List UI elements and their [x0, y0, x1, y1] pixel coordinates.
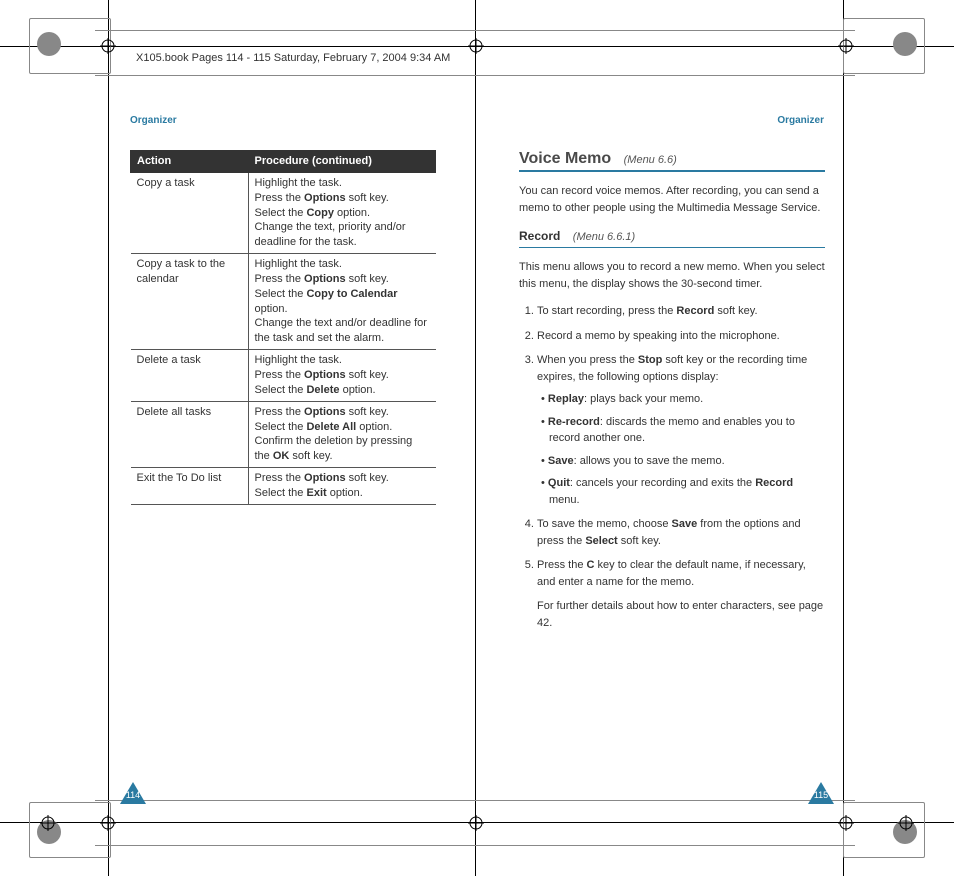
starburst-icon [891, 30, 919, 58]
options-list: Replay: plays back your memo. Re-record:… [537, 391, 825, 508]
crosshair-icon [100, 38, 116, 54]
table-row: Exit the To Do listPress the Options sof… [131, 468, 436, 505]
cell-procedure: Press the Options soft key.Select the De… [248, 401, 436, 467]
table-row: Copy a taskHighlight the task.Press the … [131, 172, 436, 253]
starburst-icon [35, 30, 63, 58]
table-row: Copy a task to the calendarHighlight the… [131, 254, 436, 350]
step-1: To start recording, press the Record sof… [537, 303, 825, 320]
opt-save: Save: allows you to save the memo. [541, 453, 825, 470]
cell-procedure: Highlight the task.Press the Options sof… [248, 254, 436, 350]
crosshair-icon [100, 815, 116, 831]
cell-action: Delete a task [131, 350, 249, 402]
cell-action: Exit the To Do list [131, 468, 249, 505]
opt-replay: Replay: plays back your memo. [541, 391, 825, 408]
crosshair-icon [898, 815, 914, 831]
table-row: Delete a taskHighlight the task.Press th… [131, 350, 436, 402]
step-5: Press the C key to clear the default nam… [537, 557, 825, 631]
cell-action: Copy a task to the calendar [131, 254, 249, 350]
step-5-text: Press the C key to clear the default nam… [537, 559, 806, 588]
cell-procedure: Highlight the task.Press the Options sof… [248, 172, 436, 253]
crosshair-icon [468, 38, 484, 54]
page-header-right: Organizer [777, 115, 824, 126]
sub-rule [519, 247, 825, 248]
page-num-left: 114 [124, 790, 142, 800]
step-4: To save the memo, choose Save from the o… [537, 516, 825, 549]
opt-quit: Quit: cancels your recording and exits t… [541, 475, 825, 508]
steps-list: To start recording, press the Record sof… [519, 303, 825, 631]
step-3: When you press the Stop soft key or the … [537, 352, 825, 508]
th-proc-cont: (continued) [309, 155, 372, 167]
cell-procedure: Press the Options soft key.Select the Ex… [248, 468, 436, 505]
th-procedure: Procedure (continued) [248, 151, 436, 173]
crop-line-v2 [475, 0, 476, 876]
th-action: Action [131, 151, 249, 173]
file-header-text: X105.book Pages 114 - 115 Saturday, Febr… [136, 52, 450, 64]
section-heading-voice-memo: Voice Memo [519, 150, 611, 167]
crosshair-icon [468, 815, 484, 831]
menu-ref-661: (Menu 6.6.1) [573, 231, 635, 243]
cell-procedure: Highlight the task.Press the Options sof… [248, 350, 436, 402]
th-proc-label: Procedure [255, 155, 309, 167]
left-page: Action Procedure (continued) Copy a task… [130, 150, 436, 505]
cell-action: Delete all tasks [131, 401, 249, 467]
crop-line-v1 [108, 0, 109, 876]
step-3-text: When you press the Stop soft key or the … [537, 354, 807, 383]
sub-intro-text: This menu allows you to record a new mem… [519, 259, 825, 292]
page-header-left: Organizer [130, 115, 177, 126]
opt-rerecord: Re-record: discards the memo and enables… [541, 414, 825, 447]
procedure-table: Action Procedure (continued) Copy a task… [130, 150, 436, 505]
crosshair-icon [838, 38, 854, 54]
crosshair-icon [838, 815, 854, 831]
menu-ref-66: (Menu 6.6) [624, 154, 677, 166]
page-num-right: 115 [812, 790, 830, 800]
section-rule [519, 170, 825, 172]
page-num-triangle-right: 115 [808, 782, 834, 804]
crop-line-v3 [843, 0, 844, 876]
cell-action: Copy a task [131, 172, 249, 253]
step-2: Record a memo by speaking into the micro… [537, 328, 825, 345]
crosshair-icon [40, 815, 56, 831]
subsection-heading-record: Record [519, 229, 560, 243]
intro-text: You can record voice memos. After record… [519, 183, 825, 216]
table-row: Delete all tasksPress the Options soft k… [131, 401, 436, 467]
right-page: Voice Memo (Menu 6.6) You can record voi… [519, 150, 825, 639]
page-num-triangle-left: 114 [120, 782, 146, 804]
footnote-text: For further details about how to enter c… [537, 598, 825, 631]
